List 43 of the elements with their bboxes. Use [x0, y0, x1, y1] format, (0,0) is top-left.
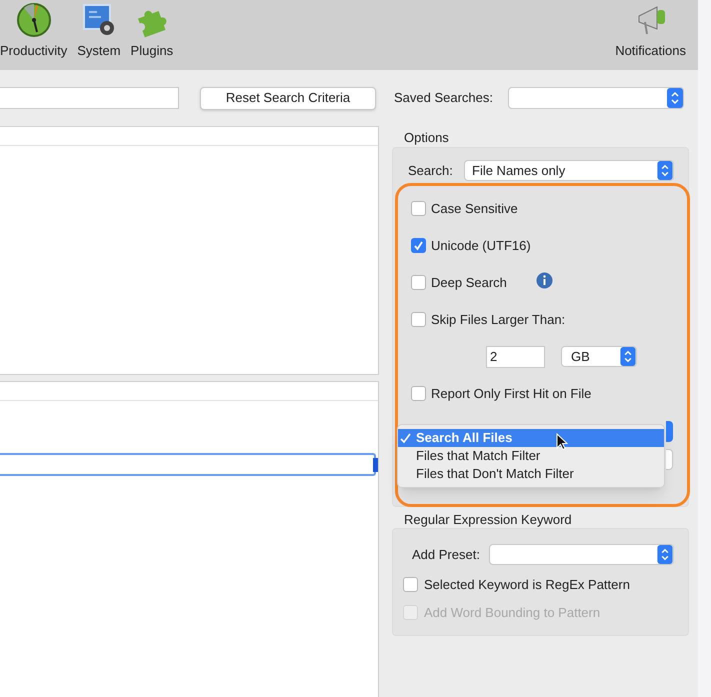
checkbox[interactable]	[403, 577, 418, 592]
info-icon[interactable]	[536, 272, 553, 289]
unit-popup[interactable]: GB	[561, 346, 637, 367]
menu-item[interactable]: Files that Don't Match Filter	[398, 465, 664, 483]
checkbox-label: Unicode (UTF16)	[431, 236, 531, 255]
checkbox[interactable]	[411, 386, 426, 401]
popup-button[interactable]	[666, 449, 673, 470]
checkbox-label: Case Sensitive	[431, 200, 518, 218]
regex-heading: Regular Expression Keyword	[404, 511, 573, 528]
filter-popup[interactable]	[666, 421, 673, 442]
checkbox[interactable]	[411, 238, 426, 253]
checkbox-label: Deep Search	[431, 274, 507, 292]
gauge-icon	[16, 2, 52, 38]
checkbox-label: Skip Files Larger Than:	[431, 310, 566, 329]
toolbar-button[interactable]: Notifications	[615, 2, 686, 60]
options-heading: Options	[404, 129, 450, 147]
size-field[interactable]: 2	[486, 346, 545, 368]
reset-button[interactable]: Reset Search Criteria	[200, 86, 376, 110]
checkbox[interactable]	[411, 201, 426, 216]
stepper-icon	[657, 545, 673, 564]
stepper-icon	[667, 88, 683, 108]
menu-item[interactable]: Search All Files	[398, 429, 664, 447]
add-preset-popup[interactable]	[489, 544, 674, 565]
search-field[interactable]	[0, 87, 179, 109]
toolbar-button[interactable]: System	[77, 2, 121, 60]
checkbox[interactable]	[411, 312, 426, 327]
checkbox-label: Report Only First Hit on File	[431, 384, 592, 403]
stepper-icon	[620, 347, 636, 366]
menu-item[interactable]: Files that Match Filter	[398, 447, 664, 465]
cursor-icon	[556, 433, 568, 451]
toolbar-button[interactable]: Plugins	[130, 2, 174, 60]
stepper-icon	[657, 161, 673, 180]
saved-searches-label: Saved Searches:	[394, 89, 494, 108]
checkbox[interactable]	[411, 275, 426, 290]
edit-row-field[interactable]	[0, 453, 376, 476]
add-preset-label: Add Preset:	[412, 546, 481, 564]
toolbar-button[interactable]: Productivity	[0, 2, 68, 60]
search-label: Search:	[408, 162, 454, 180]
search-popup[interactable]: File Names only	[464, 160, 674, 181]
saved-searches-popup[interactable]	[508, 87, 684, 109]
checkmark-icon	[400, 432, 411, 444]
checkbox-label: Selected Keyword is RegEx Pattern	[424, 576, 630, 594]
checkbox-label: Add Word Bounding to Pattern	[424, 604, 600, 622]
